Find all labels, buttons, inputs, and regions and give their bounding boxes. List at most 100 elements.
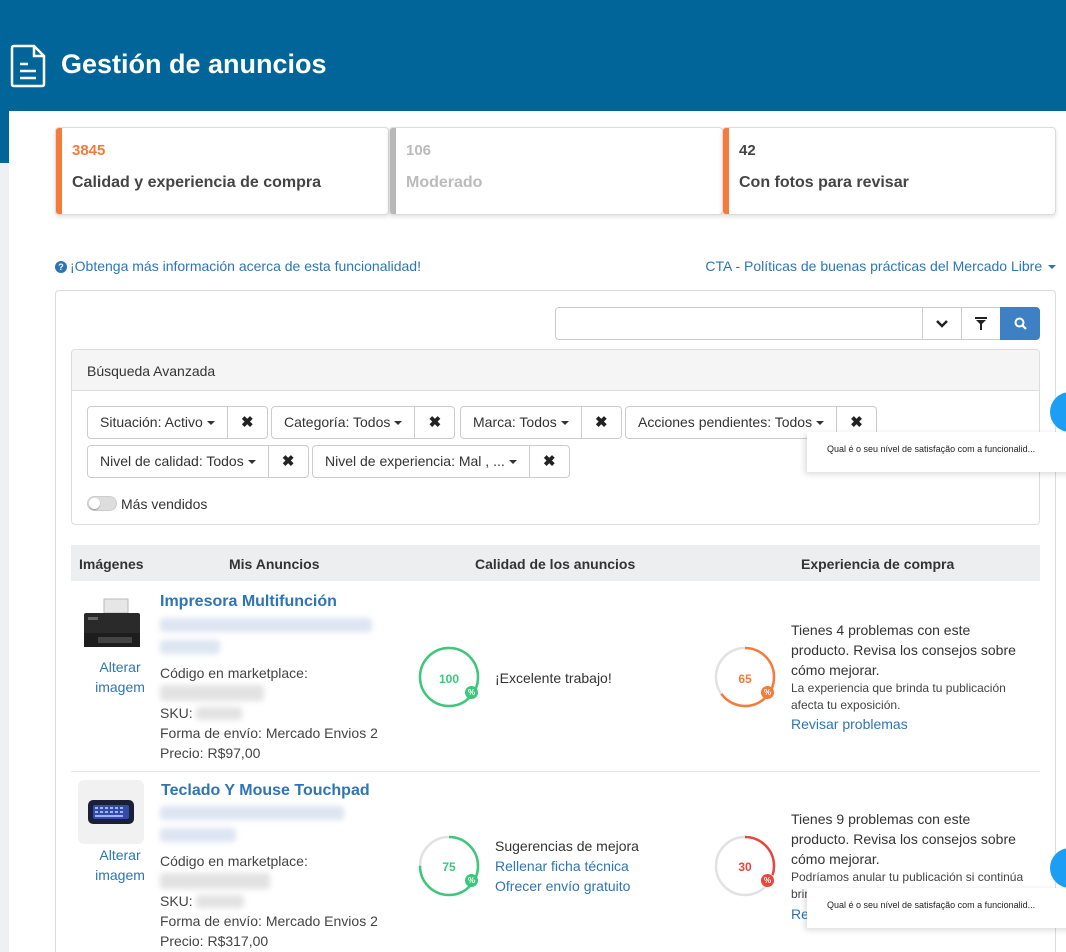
quality-message: Sugerencias de mejora (495, 838, 639, 854)
card-accent-bar (56, 128, 62, 214)
filter-label: Marca: Todos (473, 414, 557, 430)
quality-score: 75 (442, 860, 456, 874)
card-label: Moderado (406, 174, 483, 191)
product-image (78, 780, 144, 844)
price: Precio: R$97,00 (160, 745, 261, 761)
page-title: Gestión de anuncios (61, 49, 327, 79)
marketplace-code-label: Código en marketplace: (160, 853, 308, 869)
chevron-down-icon (936, 320, 948, 328)
redacted-sku (196, 707, 242, 720)
card-accent-bar (390, 128, 396, 214)
card-count: 42 (739, 142, 756, 159)
search-options-button[interactable] (922, 307, 962, 340)
satisfaction-popup[interactable]: Qual é o seu nível de satisfação com a f… (807, 432, 1066, 472)
clear-filter-button[interactable]: ✖ (529, 445, 570, 478)
card-moderated[interactable]: 106 Moderado (389, 127, 723, 215)
product-title-link[interactable]: Impresora Multifunción (160, 593, 337, 611)
fill-datasheet-link[interactable]: Rellenar ficha técnica (495, 858, 629, 874)
row-divider (71, 771, 1040, 772)
caret-down-icon (206, 421, 215, 425)
search-button[interactable] (1000, 307, 1040, 340)
filter-dropdown[interactable]: Categoría: Todos (271, 406, 416, 439)
card-accent-bar (723, 128, 729, 214)
filter-dropdown[interactable]: Situación: Activo (87, 406, 228, 439)
filter-dropdown[interactable]: Acciones pendientes: Todos (625, 406, 838, 439)
redacted-sku (196, 895, 244, 908)
shipping-method: Forma de envío: Mercado Envios 2 (160, 725, 378, 741)
document-icon (10, 44, 46, 88)
best-sellers-toggle[interactable] (87, 496, 117, 511)
search-icon (1014, 317, 1027, 330)
review-problems-link[interactable]: Revisar problemas (791, 716, 908, 732)
experience-message: Tienes 9 problemas con este producto. Re… (791, 811, 1016, 867)
filter-marca: Marca: Todos ✖ (460, 406, 622, 439)
redacted-description (160, 640, 220, 654)
shipping-method: Forma de envío: Mercado Envios 2 (160, 913, 378, 929)
left-gutter (0, 163, 9, 952)
card-quality-experience[interactable]: 3845 Calidad y experiencia de compra (55, 127, 389, 215)
filter-label: Situación: Activo (100, 414, 203, 430)
caret-down-icon (508, 460, 517, 464)
caret-down-icon (247, 460, 256, 464)
caret-down-icon (816, 421, 825, 425)
card-label: Con fotos para revisar (739, 174, 909, 191)
caret-down-icon (394, 421, 403, 425)
redacted-description (160, 618, 372, 632)
filter-label: Nivel de experiencia: Mal , ... (325, 453, 505, 469)
filter-dropdown[interactable]: Nivel de experiencia: Mal , ... (312, 445, 530, 478)
percent-badge-icon: % (465, 874, 478, 887)
filter-label: Categoría: Todos (284, 414, 391, 430)
filter-categoria: Categoría: Todos ✖ (271, 406, 456, 439)
quality-score: 100 (438, 672, 460, 686)
cta-policies-dropdown[interactable]: CTA - Políticas de buenas prácticas del … (705, 258, 1056, 274)
experience-message: Tienes 4 problemas con este producto. Re… (791, 622, 1016, 678)
change-image-link[interactable]: Alterar imagem (90, 657, 150, 697)
card-count: 3845 (72, 142, 106, 159)
cta-link-text: CTA - Políticas de buenas prácticas del … (705, 258, 1043, 274)
change-image-link[interactable]: Alterar imagem (90, 845, 150, 885)
caret-down-icon (560, 421, 569, 425)
free-shipping-link[interactable]: Ofrecer envío gratuito (495, 878, 630, 894)
experience-note: La experiencia que brinda tu publicación… (791, 681, 1006, 712)
clear-filter-button[interactable]: ✖ (415, 406, 456, 439)
filter-nivel-experiencia: Nivel de experiencia: Mal , ... ✖ (312, 445, 570, 478)
product-title-link[interactable]: Teclado Y Mouse Touchpad (161, 782, 370, 800)
advanced-search-header[interactable]: Búsqueda Avanzada (72, 350, 1039, 391)
filter-nivel-calidad: Nivel de calidad: Todos ✖ (87, 445, 309, 478)
caret-down-icon (1048, 265, 1056, 269)
filter-dropdown[interactable]: Marca: Todos (460, 406, 582, 439)
column-header-quality: Calidad de los anuncios (475, 556, 636, 572)
sku-label: SKU: (160, 893, 193, 909)
marketplace-code-label: Código en marketplace: (160, 665, 308, 681)
column-header-experience: Experiencia de compra (801, 556, 955, 572)
search-input[interactable] (555, 307, 923, 340)
filter-icon (975, 317, 987, 330)
clear-filter-button[interactable]: ✖ (227, 406, 268, 439)
price: Precio: R$317,00 (160, 933, 269, 949)
filter-dropdown[interactable]: Nivel de calidad: Todos (87, 445, 269, 478)
info-link-text: ¡Obtenga más información acerca de esta … (70, 258, 421, 274)
info-link[interactable]: ? ¡Obtenga más información acerca de esta… (55, 258, 421, 274)
experience-score: 65 (738, 672, 752, 686)
help-icon: ? (55, 261, 67, 273)
filter-button[interactable] (961, 307, 1001, 340)
toggle-knob (89, 498, 100, 509)
card-photos-review[interactable]: 42 Con fotos para revisar (722, 127, 1056, 215)
advanced-search-title: Búsqueda Avanzada (87, 363, 216, 379)
clear-filter-button[interactable]: ✖ (268, 445, 309, 478)
best-sellers-label: Más vendidos (121, 496, 208, 512)
percent-badge-icon: % (465, 686, 478, 699)
satisfaction-popup[interactable]: Qual é o seu nível de satisfação com a f… (807, 888, 1066, 928)
experience-score: 30 (738, 860, 752, 874)
header-strip (0, 111, 9, 163)
filter-situacion: Situación: Activo ✖ (87, 406, 268, 439)
filter-label: Nivel de calidad: Todos (100, 453, 244, 469)
product-image (78, 593, 144, 657)
redacted-description (160, 806, 344, 820)
column-header-images: Imágenes (79, 556, 144, 572)
filter-label: Acciones pendientes: Todos (638, 414, 813, 430)
percent-badge-icon: % (761, 686, 774, 699)
card-count: 106 (406, 142, 432, 159)
table-header: Imágenes Mis Anuncios Calidad de los anu… (71, 545, 1040, 581)
clear-filter-button[interactable]: ✖ (581, 406, 622, 439)
